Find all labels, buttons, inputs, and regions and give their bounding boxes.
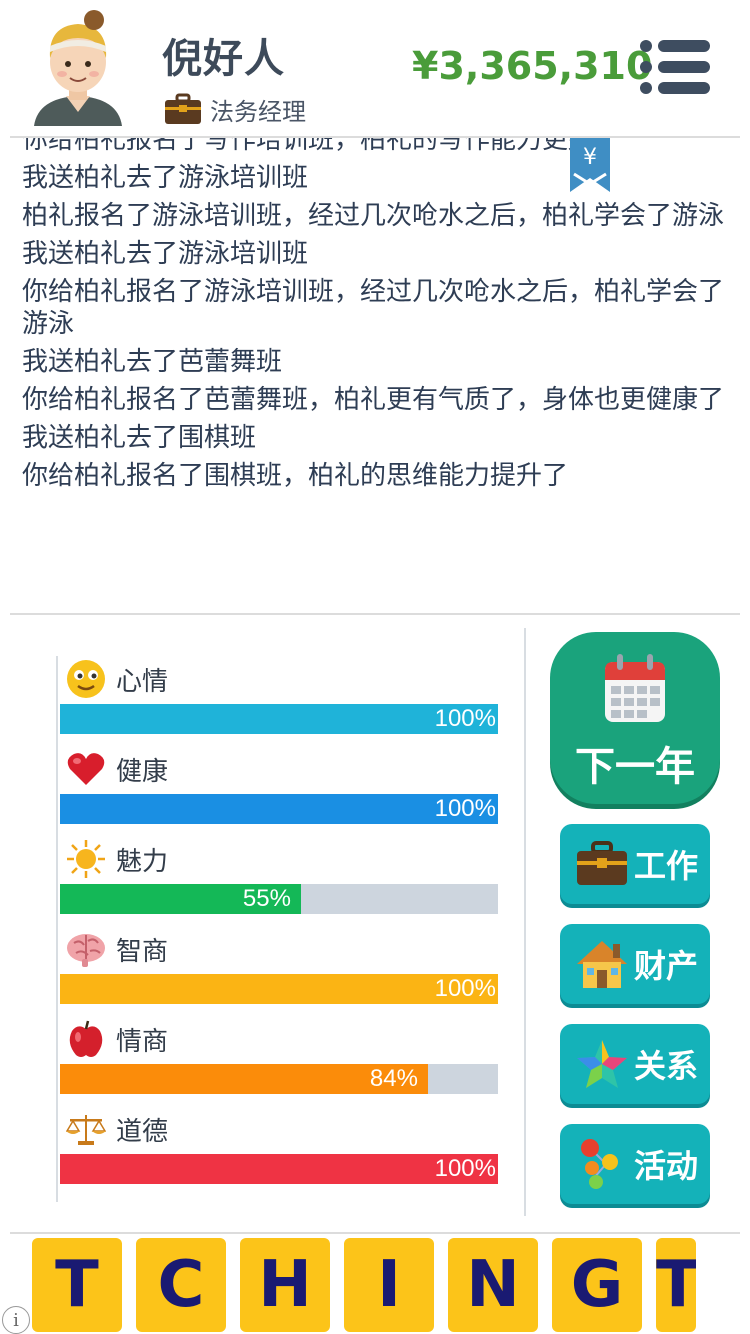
sun-icon	[66, 839, 106, 879]
stat-label: 魅力	[116, 846, 169, 877]
stat-label: 健康	[116, 756, 169, 787]
stats-panel: 心情 100% 健康 100% 魅力 55% 智商 100% 情商 84% 道德…	[56, 656, 500, 1202]
event-log-list: 你给柏礼报名了写作培训班，柏礼的写作能力更好了 我送柏礼去了游泳培训班 柏礼报名…	[22, 138, 726, 498]
log-entry: 我送柏礼去了芭蕾舞班	[22, 347, 283, 377]
stat-percent: 100%	[434, 1155, 496, 1182]
ad-letter-tile: I	[344, 1238, 434, 1332]
stat-eq: 情商 84%	[58, 1016, 502, 1096]
stat-health: 健康 100%	[58, 746, 502, 826]
stat-bar: 100%	[60, 974, 498, 1004]
work-label: 工作	[634, 847, 699, 885]
ad-info-icon[interactable]: i	[2, 1306, 30, 1334]
stat-morality: 道德 100%	[58, 1106, 502, 1186]
ad-letter-tile: N	[448, 1238, 538, 1332]
briefcase-icon	[572, 834, 632, 894]
ad-banner[interactable]: T C H I N G T	[0, 1236, 750, 1334]
avatar[interactable]	[30, 8, 126, 126]
ad-letter-tile: T	[32, 1238, 122, 1332]
activities-button[interactable]: 活动	[560, 1124, 710, 1204]
relations-button[interactable]: 关系	[560, 1024, 710, 1104]
stat-bar: 100%	[60, 1154, 498, 1184]
heart-icon	[66, 749, 106, 789]
next-year-button[interactable]: 下一年	[550, 632, 720, 804]
stat-bar: 84%	[60, 1064, 498, 1094]
log-entry: 你给柏礼报名了芭蕾舞班，柏礼更有气质了，身体也更健康了	[22, 385, 725, 415]
next-year-label: 下一年	[575, 744, 695, 790]
smiley-icon	[66, 659, 106, 699]
log-entry: 柏礼报名了游泳培训班，经过几次呛水之后，柏礼学会了游泳	[22, 201, 725, 231]
stat-bar-fill	[60, 794, 498, 824]
stat-percent: 100%	[434, 975, 496, 1002]
stat-bar-fill	[60, 1154, 498, 1184]
relations-label: 关系	[634, 1047, 699, 1085]
stat-percent: 55%	[242, 885, 291, 912]
money-balance: ¥3,365,310	[412, 44, 653, 88]
stat-percent: 84%	[369, 1065, 418, 1092]
stat-label: 情商	[116, 1026, 169, 1057]
log-divider	[10, 613, 740, 615]
molecule-icon	[572, 1134, 632, 1194]
stat-mood: 心情 100%	[58, 656, 502, 736]
property-button[interactable]: 财产	[560, 924, 710, 1004]
panel-divider	[524, 628, 526, 1216]
ad-divider	[10, 1232, 740, 1234]
stat-bar: 100%	[60, 794, 498, 824]
ad-letter-tile: C	[136, 1238, 226, 1332]
brain-icon	[66, 929, 106, 969]
ad-letter-tile: G	[552, 1238, 642, 1332]
stat-percent: 100%	[434, 705, 496, 732]
stat-iq: 智商 100%	[58, 926, 502, 1006]
log-entry: 你给柏礼报名了围棋班，柏礼的思维能力提升了	[22, 461, 569, 491]
stat-label: 心情	[116, 666, 169, 697]
menu-icon[interactable]	[640, 38, 712, 96]
yuan-ribbon-icon[interactable]: ¥	[570, 138, 610, 192]
event-log[interactable]: 你给柏礼报名了写作培训班，柏礼的写作能力更好了 我送柏礼去了游泳培训班 柏礼报名…	[0, 138, 750, 613]
log-entry: 你给柏礼报名了游泳培训班，经过几次呛水之后，柏礼学会了游泳	[22, 277, 725, 339]
job-row: 法务经理	[164, 90, 306, 128]
log-entry: 你给柏礼报名了写作培训班，柏礼的写作能力更好了	[22, 138, 621, 155]
star-icon	[572, 1034, 632, 1094]
log-entry: 我送柏礼去了围棋班	[22, 423, 257, 453]
work-button[interactable]: 工作	[560, 824, 710, 904]
stat-bar: 100%	[60, 704, 498, 734]
apple-icon	[66, 1019, 106, 1059]
log-entry: 我送柏礼去了游泳培训班	[22, 239, 309, 269]
stat-label: 智商	[116, 936, 169, 967]
ad-letter-tile: T	[656, 1238, 696, 1332]
briefcase-icon	[165, 93, 201, 124]
job-title: 法务经理	[210, 97, 306, 126]
header: 倪好人 法务经理 ¥3,365,310	[0, 0, 750, 138]
calendar-icon	[605, 654, 665, 722]
property-label: 财产	[634, 947, 699, 985]
stat-charm: 魅力 55%	[58, 836, 502, 916]
stat-percent: 100%	[434, 795, 496, 822]
stat-bar: 55%	[60, 884, 498, 914]
stat-bar-fill	[60, 974, 498, 1004]
ribbon-symbol: ¥	[583, 145, 597, 170]
stat-label: 道德	[116, 1116, 169, 1147]
activities-label: 活动	[634, 1147, 699, 1185]
log-entry: 我送柏礼去了游泳培训班	[22, 163, 309, 193]
ad-letter-tile: H	[240, 1238, 330, 1332]
player-name: 倪好人	[162, 36, 285, 82]
scales-icon	[66, 1109, 106, 1149]
stat-bar-fill	[60, 704, 498, 734]
house-icon	[572, 934, 632, 994]
